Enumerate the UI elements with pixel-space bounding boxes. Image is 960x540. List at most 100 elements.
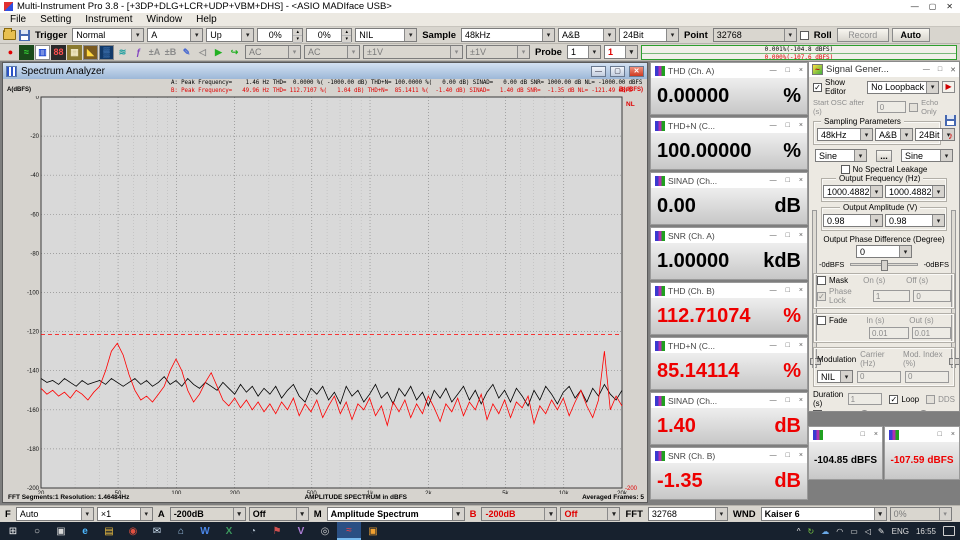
data-logger-icon[interactable]: ≋ xyxy=(115,45,130,60)
panel-close-icon[interactable]: × xyxy=(799,177,803,184)
trigger-source-dropdown[interactable]: A xyxy=(147,28,203,42)
panel-minimize-icon[interactable]: — xyxy=(770,397,777,404)
b-shift-dropdown[interactable]: Off xyxy=(560,507,620,521)
a-shift-dropdown[interactable]: Off xyxy=(249,507,309,521)
spectrum-restore-icon[interactable]: ▢ xyxy=(610,66,625,77)
fade-checkbox[interactable] xyxy=(817,316,826,325)
panel-close-icon[interactable]: × xyxy=(799,452,803,459)
balance-slider[interactable] xyxy=(850,263,917,266)
app-close-icon[interactable]: ✕ xyxy=(946,2,953,11)
task-view-icon[interactable]: ▣ xyxy=(49,522,73,540)
panel-minimize-icon[interactable]: — xyxy=(770,122,777,129)
auto-button[interactable]: Auto xyxy=(892,28,930,42)
visual-studio-icon[interactable]: V xyxy=(289,522,313,540)
panel-maximize-icon[interactable]: □ xyxy=(938,431,942,438)
package-icon[interactable]: ▣ xyxy=(361,522,385,540)
store-icon[interactable]: ⌂ xyxy=(169,522,193,540)
mask-checkbox[interactable] xyxy=(817,276,826,285)
siggen-minimize-icon[interactable]: — xyxy=(923,66,930,73)
save-waveform-icon[interactable] xyxy=(945,115,956,126)
show-editor-checkbox[interactable] xyxy=(813,83,822,92)
ddp-small-b-titlebar[interactable]: □× xyxy=(885,427,959,442)
a-range-dropdown[interactable]: -200dB xyxy=(170,507,246,521)
language-indicator[interactable]: ENG xyxy=(892,527,909,536)
freq-axis-dropdown[interactable]: Auto xyxy=(16,507,94,521)
panel-close-icon[interactable]: × xyxy=(874,431,878,438)
panel-maximize-icon[interactable]: □ xyxy=(786,342,790,349)
multimeter-icon[interactable]: 88 xyxy=(51,45,66,60)
panel-minimize-icon[interactable]: — xyxy=(770,177,777,184)
no-spectral-leakage-checkbox[interactable] xyxy=(841,165,850,174)
gen-channels-dropdown[interactable]: A&B xyxy=(875,128,913,141)
panel-maximize-icon[interactable]: □ xyxy=(786,122,790,129)
panel-maximize-icon[interactable]: □ xyxy=(786,397,790,404)
ddp-panel-titlebar[interactable]: SINAD (Ch...—□× xyxy=(651,393,807,408)
tray-expand-icon[interactable]: ^ xyxy=(797,527,801,536)
menu-item-file[interactable]: File xyxy=(3,14,33,25)
start-button[interactable]: ⊞ xyxy=(1,522,25,540)
battery-icon[interactable]: ▭ xyxy=(850,527,858,536)
spectrum-plot[interactable]: 20501002005001k2k5k10k20k0-20-40-60-80-1… xyxy=(3,96,649,494)
device-test-plan-icon[interactable]: ▦ xyxy=(67,45,82,60)
generator-play-icon[interactable]: ▶ xyxy=(942,81,955,93)
trigger-edge-dropdown[interactable]: Up xyxy=(206,28,254,42)
panel-minimize-icon[interactable]: — xyxy=(770,287,777,294)
spectrum-close-icon[interactable]: ✕ xyxy=(629,66,644,77)
ddp-panel-titlebar[interactable]: THD+N (C...—□× xyxy=(651,118,807,133)
chrome-icon[interactable]: ◉ xyxy=(121,522,145,540)
panel-maximize-icon[interactable]: □ xyxy=(786,177,790,184)
modulation-dropdown[interactable]: NIL xyxy=(817,370,853,383)
sample-rate-dropdown[interactable]: 48kHz xyxy=(461,28,555,42)
menu-item-setting[interactable]: Setting xyxy=(33,14,78,25)
panel-close-icon[interactable]: × xyxy=(799,67,803,74)
siggen-close-icon[interactable]: ✕ xyxy=(950,66,956,74)
clock[interactable]: 16:55 xyxy=(916,527,936,536)
roll-checkbox[interactable]: Roll xyxy=(800,30,834,41)
spinner-up-icon[interactable]: ▴ xyxy=(293,29,302,36)
siggen-maximize-icon[interactable]: □ xyxy=(938,66,942,73)
phase-dropdown[interactable]: 0 xyxy=(856,245,912,258)
panel-minimize-icon[interactable]: — xyxy=(770,342,777,349)
save-icon[interactable] xyxy=(19,30,30,41)
zoom-dropdown[interactable]: ×1 xyxy=(97,507,153,521)
gen-sample-rate-dropdown[interactable]: 48kHz xyxy=(817,128,873,141)
ddp-panel-titlebar[interactable]: SNR (Ch. B)—□× xyxy=(651,448,807,463)
notification-center-icon[interactable] xyxy=(943,526,955,536)
spinner-down-icon[interactable]: ▾ xyxy=(342,36,351,43)
ddp-panel-titlebar[interactable]: THD (Ch. B)—□× xyxy=(651,283,807,298)
b-range-dropdown[interactable]: -200dB xyxy=(481,507,557,521)
wifi-icon[interactable]: ◠ xyxy=(836,527,843,536)
word-icon[interactable]: W xyxy=(193,522,217,540)
onedrive-icon[interactable]: ☁ xyxy=(821,527,829,536)
panel-close-icon[interactable]: × xyxy=(799,342,803,349)
app-maximize-icon[interactable]: ▢ xyxy=(929,2,937,11)
panel-maximize-icon[interactable]: □ xyxy=(861,431,865,438)
frequency-b-dropdown[interactable]: 1000.4882812 xyxy=(885,185,945,198)
trigger-delay-spinner[interactable]: 0%▴▾ xyxy=(306,28,352,42)
app-minimize-icon[interactable]: — xyxy=(911,2,919,11)
oscilloscope-icon[interactable]: ≈ xyxy=(19,45,34,60)
panel-close-icon[interactable]: × xyxy=(799,232,803,239)
excel-icon[interactable]: X xyxy=(217,522,241,540)
pen-icon[interactable]: ✎ xyxy=(878,527,885,536)
steam-icon[interactable]: ◔ xyxy=(241,522,265,540)
ddp-panel-titlebar[interactable]: THD (Ch. A)—□× xyxy=(651,63,807,78)
menu-item-instrument[interactable]: Instrument xyxy=(78,14,139,25)
run-icon[interactable]: ▶ xyxy=(211,45,226,60)
waveform-more-button[interactable]: ... xyxy=(876,150,892,162)
mode-dropdown[interactable]: Amplitude Spectrum xyxy=(327,507,465,521)
run-continuous-icon[interactable]: ↪ xyxy=(227,45,242,60)
menu-item-window[interactable]: Window xyxy=(140,14,190,25)
ddp-panel-titlebar[interactable]: SNR (Ch. A)—□× xyxy=(651,228,807,243)
trigger-mode-dropdown[interactable]: Normal xyxy=(72,28,144,42)
spinner-up-icon[interactable]: ▴ xyxy=(342,29,351,36)
edge-icon[interactable]: e xyxy=(73,522,97,540)
ddp-panel-titlebar[interactable]: SINAD (Ch...—□× xyxy=(651,173,807,188)
menu-item-help[interactable]: Help xyxy=(189,14,224,25)
loop-checkbox[interactable] xyxy=(889,395,898,404)
window-function-dropdown[interactable]: Kaiser 6 xyxy=(761,507,887,521)
panel-close-icon[interactable]: × xyxy=(799,122,803,129)
volume-icon[interactable]: ◁ xyxy=(865,527,871,536)
spectrogram-icon[interactable]: ▒ xyxy=(99,45,114,60)
installer-icon[interactable]: ⚑ xyxy=(265,522,289,540)
